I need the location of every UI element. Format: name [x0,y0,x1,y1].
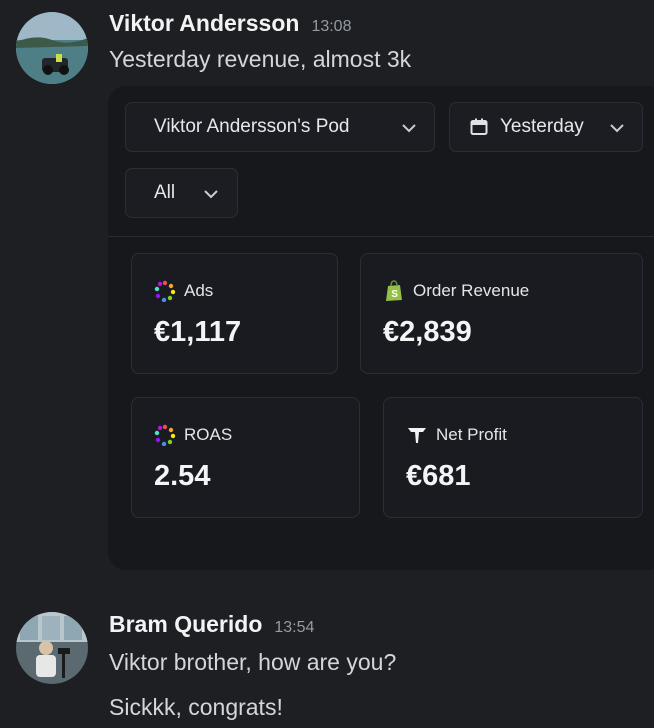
date-select-dropdown[interactable]: Yesterday [449,102,643,152]
svg-text:S: S [391,289,398,300]
metric-value: €681 [406,460,471,492]
chevron-down-icon [610,124,624,133]
metric-value: €2,839 [383,316,472,348]
calendar-icon [470,118,488,135]
metric-label: Net Profit [436,425,507,444]
message-text: Yesterday revenue, almost 3k [109,46,412,72]
message-timestamp: 13:54 [274,619,315,636]
metric-card-ads[interactable]: Ads €1,117 [131,253,338,374]
pod-select-dropdown[interactable]: Viktor Andersson's Pod [125,102,435,152]
pod-select-label: Viktor Andersson's Pod [154,116,350,137]
chevron-down-icon [204,190,218,199]
avatar-viktor[interactable] [16,12,88,84]
metric-label: Order Revenue [413,281,530,300]
date-select-label: Yesterday [500,116,584,137]
message-author[interactable]: Bram Querido [109,611,262,638]
metric-card-order-revenue[interactable]: S Order Revenue €2,839 [360,253,643,374]
scope-select-label: All [154,182,176,203]
roas-dots-icon [154,424,176,446]
avatar-bram[interactable] [16,612,88,684]
metric-label: ROAS [184,425,233,444]
filter-divider [108,236,654,237]
chevron-down-icon [402,124,416,133]
metric-value: €1,117 [154,316,242,348]
message-text: Sickkk, congrats! [109,694,283,720]
message-text: Viktor brother, how are you? [109,649,397,675]
metric-label: Ads [184,281,214,300]
ads-dots-icon [154,280,176,302]
scope-select-dropdown[interactable]: All [125,168,238,218]
message-author[interactable]: Viktor Andersson [109,10,299,37]
metric-value: 2.54 [154,460,211,492]
triple-whale-icon [408,428,426,443]
metric-card-net-profit[interactable]: Net Profit €681 [383,397,643,518]
shopify-icon: S [386,280,402,301]
dashboard-embed: Viktor Andersson's Pod Yesterday All Ads… [108,86,654,570]
metric-card-roas[interactable]: ROAS 2.54 [131,397,360,518]
message-timestamp: 13:08 [311,18,352,35]
